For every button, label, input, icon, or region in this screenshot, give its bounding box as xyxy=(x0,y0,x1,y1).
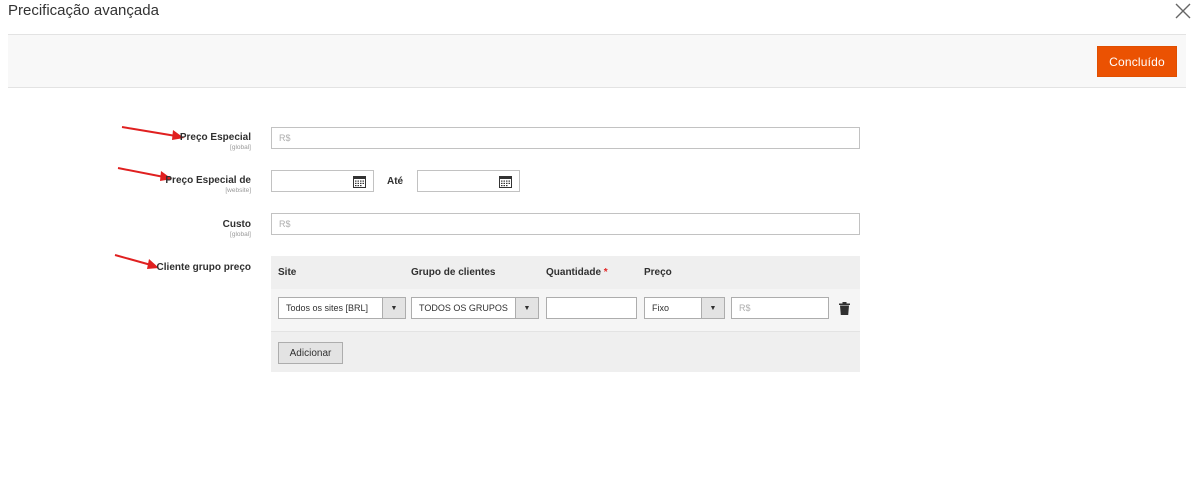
tier-price-table: Site Grupo de clientes Quantidade * Preç… xyxy=(271,256,860,372)
chevron-down-icon[interactable]: ▼ xyxy=(515,298,538,318)
quantity-input[interactable] xyxy=(546,297,637,319)
close-icon[interactable] xyxy=(1172,0,1194,22)
cost-placeholder: R$ xyxy=(279,219,291,229)
tier-price-label-text: Cliente grupo preço xyxy=(156,262,251,273)
add-tier-button[interactable]: Adicionar xyxy=(278,342,343,364)
customer-group-select-value: TODOS OS GRUPOS xyxy=(419,303,508,313)
special-from-date-input[interactable] xyxy=(271,170,374,192)
website-select[interactable]: Todos os sites [BRL] ▼ xyxy=(278,297,406,319)
special-from-label-text: Preço Especial de xyxy=(165,175,251,186)
tier-price-placeholder: R$ xyxy=(739,303,751,313)
tier-price-label: Cliente grupo preço xyxy=(51,262,251,273)
special-price-scope: [global] xyxy=(230,144,251,151)
price-type-select[interactable]: Fixo ▼ xyxy=(644,297,725,319)
trash-icon[interactable] xyxy=(839,302,850,315)
column-header-qty-text: Quantidade xyxy=(546,267,602,278)
special-to-label: Até xyxy=(387,176,404,187)
cost-scope: [global] xyxy=(230,231,251,238)
column-header-qty: Quantidade * xyxy=(546,267,608,278)
required-marker: * xyxy=(603,267,608,278)
modal-title: Precificação avançada xyxy=(8,2,159,19)
chevron-down-icon[interactable]: ▼ xyxy=(701,298,724,318)
modal-toolbar: Concluído xyxy=(8,34,1186,88)
website-select-value: Todos os sites [BRL] xyxy=(286,303,369,313)
customer-group-select[interactable]: TODOS OS GRUPOS ▼ xyxy=(411,297,539,319)
special-price-label: Preço Especial [global] xyxy=(51,132,251,151)
cost-input[interactable]: R$ xyxy=(271,213,860,235)
price-type-select-value: Fixo xyxy=(652,303,670,313)
special-price-label-text: Preço Especial xyxy=(179,132,251,143)
special-price-placeholder: R$ xyxy=(279,133,291,143)
special-price-input[interactable]: R$ xyxy=(271,127,860,149)
done-button[interactable]: Concluído xyxy=(1097,46,1177,77)
cost-label: Custo [global] xyxy=(51,219,251,238)
cost-label-text: Custo xyxy=(222,219,251,230)
tier-price-input[interactable]: R$ xyxy=(731,297,829,319)
special-from-scope: [website] xyxy=(225,187,251,194)
special-from-label: Preço Especial de [website] xyxy=(51,175,251,194)
calendar-icon[interactable] xyxy=(353,175,366,188)
column-header-group: Grupo de clientes xyxy=(411,267,496,278)
special-to-date-input[interactable] xyxy=(417,170,520,192)
column-header-price: Preço xyxy=(644,267,672,278)
calendar-icon[interactable] xyxy=(499,175,512,188)
table-row: Todos os sites [BRL] ▼ TODOS OS GRUPOS ▼… xyxy=(271,289,860,332)
column-header-site: Site xyxy=(278,267,297,278)
chevron-down-icon[interactable]: ▼ xyxy=(382,298,405,318)
